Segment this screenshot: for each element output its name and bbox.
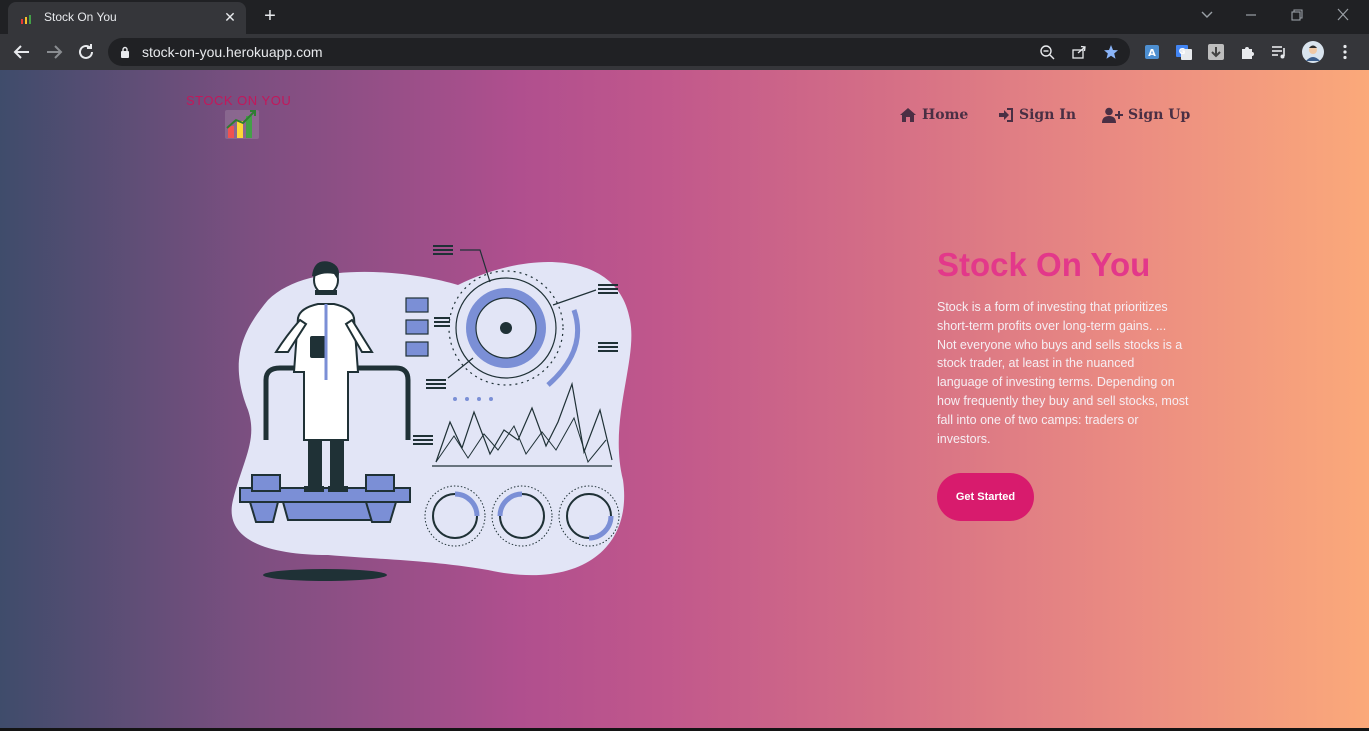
svg-text:A: A <box>1148 48 1156 59</box>
nav-sign-in-label: Sign In <box>1019 107 1076 123</box>
nav-home-label: Home <box>922 107 969 123</box>
sign-in-icon <box>999 108 1013 122</box>
nav-sign-up-link[interactable]: Sign Up <box>1102 105 1190 125</box>
stock-chart-logo-icon[interactable] <box>224 108 260 140</box>
get-started-button[interactable]: Get Started <box>937 473 1034 521</box>
browser-tab-strip: Stock On You ✕ + <box>0 0 1369 34</box>
share-icon[interactable] <box>1071 44 1087 60</box>
url-text[interactable]: stock-on-you.herokuapp.com <box>142 44 323 60</box>
address-bar[interactable]: stock-on-you.herokuapp.com <box>108 38 1130 66</box>
lock-icon[interactable] <box>120 46 130 58</box>
google-translate-icon[interactable]: G <box>1175 43 1193 61</box>
home-icon <box>900 108 916 122</box>
extensions-puzzle-icon[interactable] <box>1239 43 1257 61</box>
close-window-icon[interactable] <box>1328 4 1358 26</box>
stock-trader-illustration <box>231 245 632 581</box>
reload-icon[interactable] <box>74 40 98 64</box>
svg-text:G: G <box>1179 47 1186 56</box>
browser-tab[interactable]: Stock On You ✕ <box>8 2 246 34</box>
tab-search-chevron-down-icon[interactable] <box>1192 4 1222 26</box>
restore-window-icon[interactable] <box>1282 4 1312 26</box>
tab-title: Stock On You <box>44 10 117 24</box>
new-tab-button[interactable]: + <box>258 5 282 29</box>
site-favicon-icon <box>21 15 31 24</box>
media-queue-icon[interactable] <box>1270 43 1288 61</box>
nav-sign-up-label: Sign Up <box>1128 107 1191 123</box>
bookmark-star-icon[interactable] <box>1103 44 1119 60</box>
zoom-out-icon[interactable] <box>1039 44 1055 60</box>
nav-sign-in-link[interactable]: Sign In <box>998 105 1076 125</box>
profile-avatar[interactable] <box>1302 41 1324 63</box>
hero-description: Stock is a form of investing that priori… <box>937 300 1189 446</box>
browser-toolbar: stock-on-you.herokuapp.com A G <box>0 34 1369 70</box>
minimize-window-icon[interactable] <box>1236 4 1266 26</box>
hero-title: Stock On You <box>937 246 1151 283</box>
user-plus-icon <box>1102 107 1123 123</box>
nav-home-link[interactable]: Home <box>899 105 968 125</box>
extension-a-icon[interactable]: A <box>1143 43 1161 61</box>
browser-menu-kebab-icon[interactable] <box>1336 43 1354 61</box>
site-logo-text[interactable]: STOCK ON YOU <box>186 93 291 108</box>
tab-close-icon[interactable]: ✕ <box>222 9 238 25</box>
page-content: STOCK ON YOU Home Sign In Sign Up Stock … <box>0 70 1369 731</box>
back-arrow-icon[interactable] <box>10 40 34 64</box>
download-manager-icon[interactable] <box>1207 43 1225 61</box>
forward-arrow-icon[interactable] <box>42 40 66 64</box>
